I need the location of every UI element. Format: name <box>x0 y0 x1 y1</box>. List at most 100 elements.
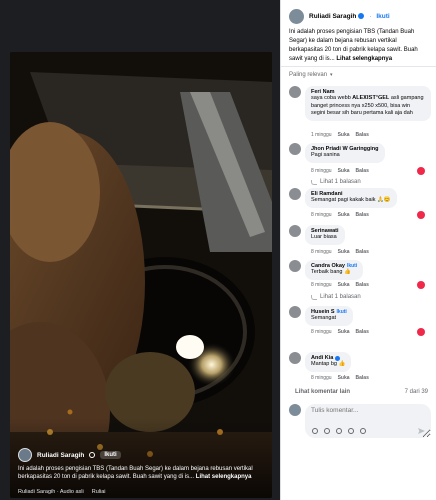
comment-meta: 8 minggu Suka Balas <box>311 212 369 218</box>
video-author: Ruliadi Saragih Ikuti <box>18 448 121 462</box>
reply-button[interactable]: Balas <box>356 132 369 138</box>
avatar[interactable] <box>289 188 301 200</box>
comment-text: Terbaik bang 👍 <box>311 269 351 275</box>
like-button[interactable]: Suka <box>338 168 350 174</box>
comment-bubble: Candra Okay Ikuti Terbaik bang 👍 <box>305 260 364 280</box>
comment-composer <box>289 404 431 438</box>
comment: Serinawati Luar biasa 8 minggu Suka Bala… <box>289 225 431 255</box>
video-see-more-link[interactable]: Lihat selengkapnya <box>196 474 252 480</box>
post-text: Ini adalah proses pengisian TBS (Tandan … <box>289 28 431 64</box>
reply-button[interactable]: Balas <box>356 212 369 218</box>
avatar[interactable] <box>18 448 32 462</box>
avatar[interactable] <box>289 9 304 24</box>
separator-dot: · <box>369 13 372 20</box>
comment-text: Semangat pagi kakak baik 🙏😊 <box>311 197 391 203</box>
reels-label[interactable]: Ruliai <box>92 489 106 495</box>
comment-bubble: Serinawati Luar biasa <box>305 225 345 245</box>
comment-time[interactable]: 8 minggu <box>311 375 332 381</box>
comment: Feri Nam saya coba webb 𝐀𝐋𝐄𝐗𝐈𝐒𝐓*𝐆𝐄𝐋 asli… <box>289 86 431 138</box>
comment-text: saya coba webb 𝐀𝐋𝐄𝐗𝐈𝐒𝐓*𝐆𝐄𝐋 asli gampang … <box>311 95 424 116</box>
avatar <box>289 404 301 416</box>
comment-meta: 1 minggu Suka Balas <box>311 132 369 138</box>
comment-meta: 8 minggu Suka Balas <box>311 249 369 255</box>
comment: Candra Okay Ikuti Terbaik bang 👍 8 minggu… <box>289 260 431 290</box>
comment-time[interactable]: 8 minggu <box>311 249 332 255</box>
comment-bubble: Feri Nam saya coba webb 𝐀𝐋𝐄𝐗𝐈𝐒𝐓*𝐆𝐄𝐋 asli… <box>305 86 431 121</box>
heart-reaction-icon[interactable] <box>417 167 425 175</box>
camera-icon[interactable] <box>336 428 342 434</box>
avatar-sticker-icon[interactable] <box>360 428 366 434</box>
avatar[interactable] <box>289 86 301 98</box>
comment-text: Mantap bg 👍 <box>311 361 346 367</box>
heart-reaction-icon[interactable] <box>417 328 425 336</box>
follow-button[interactable]: Ikuti <box>337 309 347 315</box>
heart-reaction-icon[interactable] <box>417 211 425 219</box>
comment-time[interactable]: 8 minggu <box>311 329 332 335</box>
comment-time[interactable]: 8 minggu <box>311 168 332 174</box>
verified-icon <box>335 355 341 361</box>
reply-button[interactable]: Balas <box>356 249 369 255</box>
gif-icon[interactable] <box>348 428 354 434</box>
comment-bubble: Eli Ramdani Semangat pagi kakak baik 🙏😊 <box>305 188 397 208</box>
verified-icon <box>358 13 365 20</box>
reply-button[interactable]: Balas <box>356 375 369 381</box>
reply-button[interactable]: Balas <box>356 168 369 174</box>
video-audio: Ruliadi Saragih · Audio asli Ruliai <box>18 489 106 495</box>
video-follow-button[interactable]: Ikuti <box>100 451 121 459</box>
follow-button[interactable]: Ikuti <box>376 13 389 20</box>
video-caption: Ini adalah proses pengisian TBS (Tandan … <box>18 465 278 481</box>
comment-meta: 8 minggu Suka Balas <box>311 282 369 288</box>
heart-reaction-icon[interactable] <box>417 281 425 289</box>
avatar[interactable] <box>289 143 301 155</box>
reply-curve-icon <box>311 294 317 300</box>
comment-meta: 8 minggu Suka Balas <box>311 168 369 174</box>
avatar[interactable] <box>289 225 301 237</box>
comment-text: Pagi sanina <box>311 152 340 158</box>
like-button[interactable]: Suka <box>338 329 350 335</box>
comment: Husein S Ikuti Semangat 8 minggu Suka Bal… <box>289 306 431 336</box>
view-replies-label: Lihat 1 balasan <box>320 294 361 300</box>
reply-button[interactable]: Balas <box>356 282 369 288</box>
chevron-down-icon: ▾ <box>330 72 333 78</box>
comment-meta: 8 minggu Suka Balas <box>311 375 369 381</box>
comment-bubble: Husein S Ikuti Semangat <box>305 306 353 326</box>
divider <box>281 66 436 67</box>
like-button[interactable]: Suka <box>338 375 350 381</box>
like-button[interactable]: Suka <box>338 249 350 255</box>
avatar[interactable] <box>289 306 301 318</box>
reply-curve-icon <box>311 179 317 185</box>
comments-panel: Ruliadi Saragih · Ikuti Ini adalah prose… <box>280 0 436 500</box>
video-player[interactable] <box>10 52 272 498</box>
audio-label[interactable]: Ruliadi Saragih · Audio asli <box>18 489 84 495</box>
comment-counter: 7 dari 39 <box>404 389 428 395</box>
comment-time[interactable]: 1 minggu <box>311 132 332 138</box>
post-author-name[interactable]: Ruliadi Saragih <box>309 13 365 20</box>
comment-time[interactable]: 8 minggu <box>311 282 332 288</box>
avatar[interactable] <box>289 260 301 272</box>
like-button[interactable]: Suka <box>338 282 350 288</box>
comment-bubble: Jhon Priadi W Garingging Pagi sanina <box>305 143 385 163</box>
composer-icons <box>312 428 366 434</box>
like-button[interactable]: Suka <box>338 212 350 218</box>
comment-sort-dropdown[interactable]: Paling relevan ▾ <box>289 72 333 78</box>
comment: Eli Ramdani Semangat pagi kakak baik 🙏😊 … <box>289 188 431 219</box>
comment-text: Semangat <box>311 315 337 321</box>
sticker-icon[interactable] <box>312 428 318 434</box>
view-replies-link[interactable]: Lihat 1 balasan <box>311 294 361 300</box>
comment-time[interactable]: 8 minggu <box>311 212 332 218</box>
comment-text: Luar biasa <box>311 234 337 240</box>
see-more-link[interactable]: Lihat selengkapnya <box>336 56 392 62</box>
emoji-icon[interactable] <box>324 428 330 434</box>
comment-meta: 8 minggu Suka Balas <box>311 329 369 335</box>
video-pane: Ruliadi Saragih Ikuti Ini adalah proses … <box>0 0 280 500</box>
comment-bubble: Andi Kia Mantap bg 👍 <box>305 352 352 372</box>
reply-button[interactable]: Balas <box>356 329 369 335</box>
video-author-name[interactable]: Ruliadi Saragih <box>37 452 84 459</box>
sort-label: Paling relevan <box>289 72 328 78</box>
view-replies-link[interactable]: Lihat 1 balasan <box>311 179 361 185</box>
view-more-comments-link[interactable]: Lihat komentar lain <box>295 389 350 395</box>
comment: Andi Kia Mantap bg 👍 8 minggu Suka Balas <box>289 352 431 382</box>
like-button[interactable]: Suka <box>338 132 350 138</box>
view-replies-label: Lihat 1 balasan <box>320 179 361 185</box>
avatar[interactable] <box>289 352 301 364</box>
